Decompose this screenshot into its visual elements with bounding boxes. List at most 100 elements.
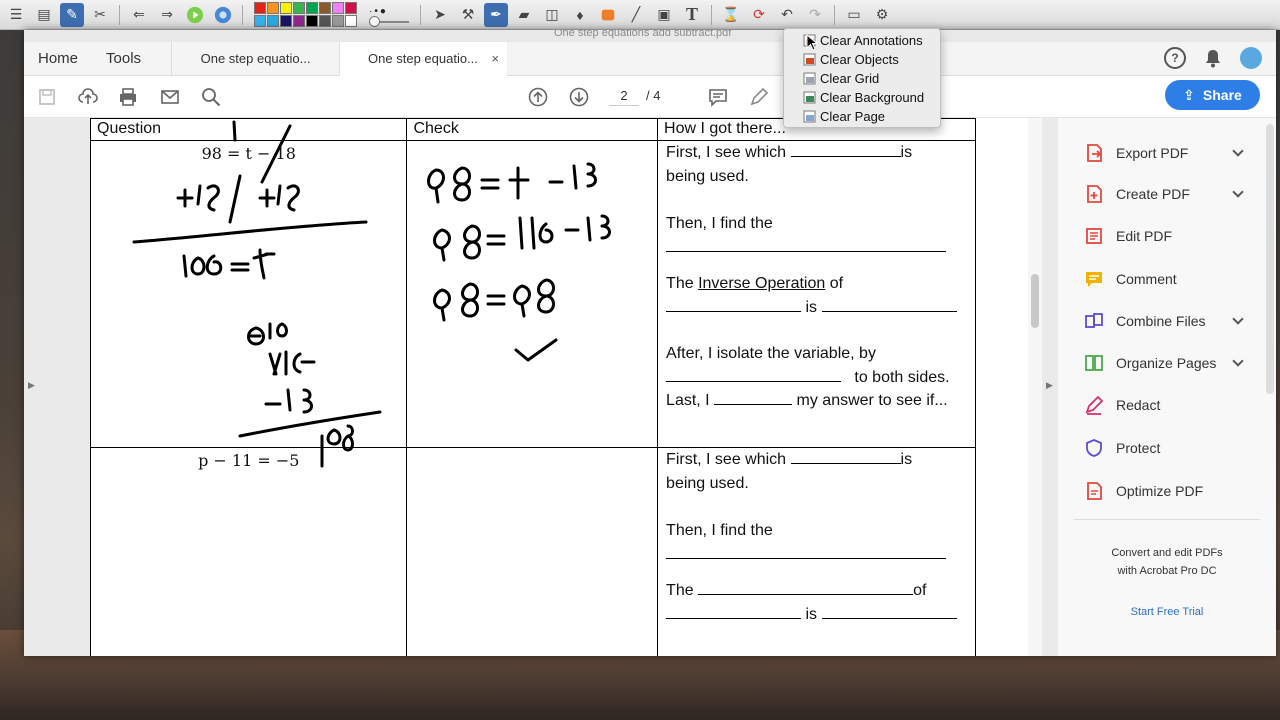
page-number-input[interactable]: 2	[609, 86, 639, 106]
page-total: / 4	[646, 88, 661, 103]
tools-pane-scrollbar[interactable]	[1266, 124, 1274, 394]
pen-icon[interactable]: ✒	[484, 2, 508, 27]
tool-combine-files[interactable]: Combine Files	[1084, 309, 1244, 333]
color-swatch[interactable]	[293, 2, 305, 14]
next-page-icon[interactable]: ⇒	[155, 3, 179, 27]
color-swatch[interactable]	[345, 15, 357, 27]
clear-icon[interactable]: ⌛	[719, 3, 743, 27]
collapse-right-icon[interactable]: ▶	[1046, 380, 1053, 391]
menu-item-clear-page[interactable]: Clear Page	[784, 107, 940, 126]
fill-blank	[821, 297, 957, 312]
color-swatch[interactable]	[319, 2, 331, 14]
document-tab-1[interactable]: One step equatio...	[171, 42, 339, 75]
document-area: ▶ Question Check How I got there... 98 =…	[24, 118, 1276, 656]
undo-icon[interactable]: ↶	[775, 3, 799, 27]
how-cell: First, I see which is being used. Then, …	[657, 447, 976, 656]
color-swatch[interactable]	[306, 2, 318, 14]
color-swatch[interactable]	[319, 15, 331, 27]
protect-icon	[1084, 438, 1104, 458]
how-text: being used.	[666, 474, 749, 492]
share-button[interactable]: ⇪ Share	[1165, 80, 1260, 110]
color-swatch[interactable]	[254, 2, 266, 14]
tool-create-pdf[interactable]: Create PDF	[1084, 182, 1244, 206]
chevron-down-icon[interactable]	[1232, 313, 1244, 325]
play-icon[interactable]	[183, 3, 207, 27]
tool-redact[interactable]: Redact	[1084, 393, 1244, 417]
comment-tool-icon[interactable]	[707, 86, 729, 108]
fill-bucket-icon[interactable]: ♦	[568, 3, 592, 27]
document-tab-2[interactable]: One step equatio... ×	[339, 42, 508, 76]
pdf-page[interactable]: Question Check How I got there... 98 = t…	[90, 118, 1028, 656]
left-panel-toggle[interactable]: ▶	[24, 118, 42, 656]
previous-page-arrow-icon[interactable]	[527, 86, 549, 108]
eraser-icon[interactable]: ◫	[540, 3, 564, 27]
save-icon[interactable]	[36, 86, 58, 108]
scrollbar-thumb[interactable]	[1031, 274, 1039, 328]
tools-icon[interactable]: ⚒	[456, 3, 480, 27]
color-swatch[interactable]	[267, 15, 279, 27]
color-swatch[interactable]	[280, 2, 292, 14]
tools-tab[interactable]: Tools	[92, 42, 171, 75]
email-icon[interactable]	[159, 86, 181, 108]
stamp-icon[interactable]: ▣	[652, 3, 676, 27]
help-icon[interactable]: ?	[1164, 47, 1186, 69]
capture-icon[interactable]: ▭	[842, 3, 866, 27]
right-panel-toggle[interactable]: ▶	[1042, 118, 1058, 656]
search-icon[interactable]	[200, 86, 222, 108]
desktop-tools-icon[interactable]: ✂	[88, 3, 112, 27]
vertical-scrollbar[interactable]	[1028, 118, 1042, 656]
color-swatch[interactable]	[332, 2, 344, 14]
color-swatch[interactable]	[293, 15, 305, 27]
text-tool-icon[interactable]: T	[680, 3, 704, 27]
shape-icon[interactable]	[596, 3, 620, 27]
next-page-arrow-icon[interactable]	[568, 86, 590, 108]
notifications-bell-icon[interactable]	[1204, 48, 1222, 68]
line-tool-icon[interactable]: ╱	[624, 3, 648, 27]
clear-background-icon	[803, 91, 816, 104]
close-tab-icon[interactable]: ×	[491, 51, 499, 66]
previous-page-icon[interactable]: ⇐	[127, 3, 151, 27]
menu-item-clear-objects[interactable]: Clear Objects	[784, 50, 940, 69]
color-swatch[interactable]	[254, 15, 266, 27]
print-icon[interactable]	[117, 86, 139, 108]
home-tab[interactable]: Home	[24, 42, 92, 75]
clear-all-icon[interactable]: ⟳	[747, 3, 771, 27]
annotate-desktop-icon[interactable]: ✎	[60, 2, 84, 27]
tool-export-pdf[interactable]: Export PDF	[1084, 141, 1244, 165]
how-text: Last, I	[666, 392, 710, 409]
avatar[interactable]	[1240, 47, 1262, 69]
page-list-icon[interactable]: ☰	[4, 3, 28, 27]
chevron-down-icon[interactable]	[1232, 355, 1244, 367]
color-swatch[interactable]	[306, 15, 318, 27]
select-arrow-icon[interactable]: ➤	[428, 3, 452, 27]
color-swatch[interactable]	[267, 2, 279, 14]
redo-icon[interactable]: ↷	[803, 3, 827, 27]
color-swatch[interactable]	[280, 15, 292, 27]
start-free-trial-link[interactable]: Start Free Trial	[1058, 606, 1276, 618]
tool-organize-pages[interactable]: Organize Pages	[1084, 351, 1244, 375]
tool-protect[interactable]: Protect	[1084, 436, 1244, 460]
how-text: First, I see which	[666, 451, 787, 468]
settings-icon[interactable]: ⚙	[870, 3, 894, 27]
web-browser-icon[interactable]	[211, 3, 235, 27]
how-text: is	[805, 605, 818, 623]
table-row: p − 11 = −5 First, I see which is being …	[90, 447, 976, 656]
pen-width-slider[interactable]: ·•●	[367, 3, 413, 27]
color-palette[interactable]	[254, 2, 357, 27]
how-text: is	[900, 451, 913, 468]
whiteboard-icon[interactable]: ▤	[32, 3, 56, 27]
upload-icon[interactable]	[77, 86, 99, 108]
tool-optimize-pdf[interactable]: Optimize PDF	[1084, 479, 1244, 503]
how-text: Inverse Operation	[698, 275, 826, 292]
chevron-down-icon[interactable]	[1232, 186, 1244, 198]
chevron-down-icon[interactable]	[1232, 145, 1244, 157]
highlighter-icon[interactable]: ▰	[512, 3, 536, 27]
menu-item-clear-background[interactable]: Clear Background	[784, 88, 940, 107]
expand-left-icon[interactable]: ▶	[28, 380, 35, 391]
pen-tool-icon[interactable]	[748, 86, 770, 108]
tool-edit-pdf[interactable]: Edit PDF	[1084, 224, 1244, 248]
color-swatch[interactable]	[332, 15, 344, 27]
color-swatch[interactable]	[345, 2, 357, 14]
menu-item-clear-grid[interactable]: Clear Grid	[784, 69, 940, 88]
tool-comment[interactable]: Comment	[1084, 267, 1244, 291]
